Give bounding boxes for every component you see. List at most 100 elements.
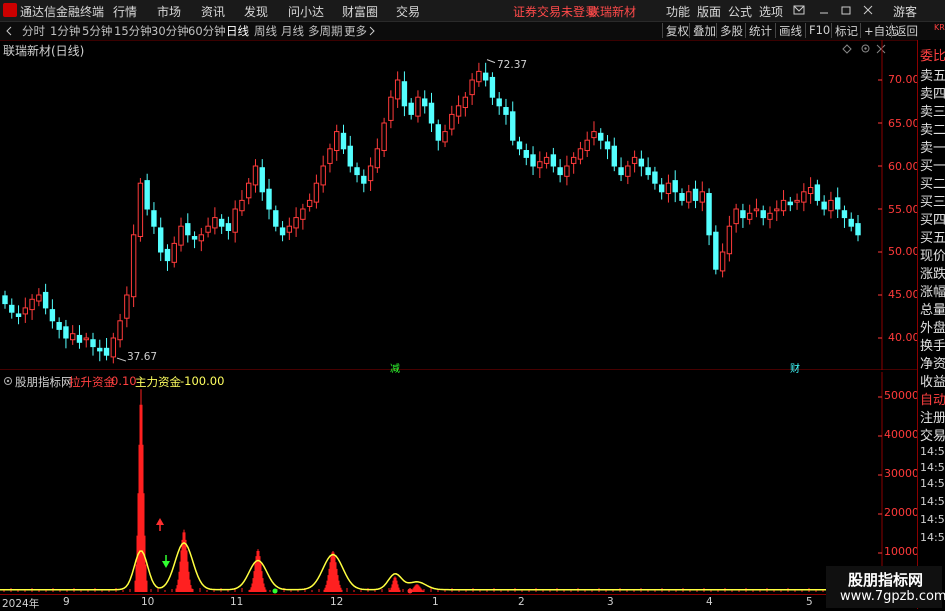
candle-body	[205, 225, 211, 233]
candle-body	[611, 145, 617, 167]
candle-body	[570, 156, 577, 164]
ind-y-tick: 30000	[884, 467, 919, 480]
panel-label: 卖四	[920, 87, 945, 102]
tool-huaxian[interactable]: 画线	[775, 23, 805, 38]
period-more[interactable]: 更多	[344, 23, 367, 39]
x-label-month: 12	[330, 596, 344, 608]
menu-wenxiaoda[interactable]: 问小达	[288, 3, 324, 20]
menu-zixun[interactable]: 资讯	[201, 3, 225, 20]
candle-body	[645, 167, 651, 176]
candle-body	[550, 154, 557, 167]
panel-time: 14:56	[920, 495, 945, 508]
panel-label: 涨幅	[920, 285, 945, 300]
candle-body	[692, 188, 699, 201]
trade-login-warning[interactable]: 证券交易未登录	[513, 3, 597, 20]
period-1min[interactable]: 1分钟	[50, 23, 80, 39]
restore-icon[interactable]	[840, 4, 852, 16]
candle-body	[252, 165, 259, 186]
candle-body	[259, 167, 265, 193]
candle-body	[164, 248, 171, 262]
message-icon[interactable]	[793, 4, 805, 16]
candle-body	[327, 148, 333, 164]
x-label-month: 5	[806, 596, 813, 608]
x-label-month: 2	[518, 596, 525, 608]
period-weekly[interactable]: 周线	[254, 23, 277, 39]
panel-auto[interactable]: 自动	[920, 389, 945, 408]
candle-body	[334, 131, 340, 152]
tool-duogu[interactable]: 多股	[716, 23, 746, 38]
candle-body	[246, 182, 252, 199]
candle-body	[110, 337, 117, 358]
kline-chart[interactable]: 联瑞新材(日线) 70.00 65.00 60.00 55.00 50.00 4…	[0, 40, 920, 375]
menu-jiaoyi[interactable]: 交易	[396, 3, 420, 20]
candle-body	[408, 102, 414, 115]
x-axis: 2024年 9 10 11 12 1 2 3 4 5	[0, 594, 917, 610]
candle-body	[686, 191, 692, 203]
menu-shichang[interactable]: 市场	[157, 3, 181, 20]
candle-body	[726, 225, 733, 255]
candle-body	[780, 199, 787, 212]
tool-fuquan[interactable]: 复权	[662, 23, 692, 38]
menu-gongneng[interactable]: 功能	[666, 3, 690, 20]
tool-biaoji[interactable]: 标记	[831, 23, 861, 38]
close-icon[interactable]	[862, 4, 874, 16]
tool-tongji[interactable]: 统计	[745, 23, 775, 38]
candle-body	[151, 210, 157, 227]
candle-body	[394, 79, 401, 100]
candle-body	[225, 223, 232, 231]
candle-body	[185, 223, 191, 236]
candle-body	[733, 208, 739, 225]
panel-time: 14:56	[920, 531, 945, 544]
menu-xuanxiang[interactable]: 选项	[759, 3, 783, 20]
candle-body	[807, 187, 814, 195]
tool-diejia[interactable]: 叠加	[689, 23, 719, 38]
period-monthly[interactable]: 月线	[281, 23, 304, 39]
candle-body	[381, 122, 387, 152]
period-30min[interactable]: 30分钟	[151, 23, 189, 39]
panel-label: 换手	[920, 339, 945, 354]
candle-body	[828, 199, 834, 212]
candle-body	[239, 199, 245, 212]
low-pointer	[116, 357, 127, 362]
menu-faxian[interactable]: 发现	[244, 3, 268, 20]
period-60min[interactable]: 60分钟	[188, 23, 226, 39]
menu-hangqing[interactable]: 行情	[113, 3, 137, 20]
candle-body	[821, 201, 827, 210]
candle-body	[455, 105, 462, 117]
candle-body	[76, 334, 83, 343]
period-multi[interactable]: 多周期	[308, 23, 343, 39]
candle-body	[638, 158, 645, 167]
candle-body	[841, 210, 848, 219]
indicator-plot	[0, 372, 883, 594]
candle-body	[672, 180, 678, 193]
panel-register[interactable]: 注册	[920, 407, 945, 426]
candle-body	[388, 96, 394, 121]
ind-y-tick: 10000	[884, 545, 919, 558]
period-5min[interactable]: 5分钟	[82, 23, 112, 39]
menu-caifuquan[interactable]: 财富圈	[342, 3, 378, 20]
tool-f10[interactable]: F10	[805, 23, 833, 38]
guest-user[interactable]: 游客	[893, 3, 917, 20]
signal-dot	[407, 588, 413, 594]
chevron-right-icon[interactable]	[368, 26, 376, 36]
period-15min[interactable]: 15分钟	[114, 23, 152, 39]
candle-body	[557, 167, 563, 176]
candle-body	[354, 167, 360, 176]
period-fenshi[interactable]: 分时	[22, 23, 45, 39]
menu-gongshi[interactable]: 公式	[728, 3, 752, 20]
candle-body	[15, 313, 22, 318]
candle-body	[293, 217, 299, 229]
candle-body	[90, 339, 96, 348]
chevron-left-icon[interactable]	[4, 26, 14, 36]
menu-banmian[interactable]: 版面	[697, 3, 721, 20]
panel-trade[interactable]: 交易	[920, 425, 945, 444]
candle-body	[814, 184, 821, 201]
candle-body	[198, 234, 205, 242]
minimize-icon[interactable]	[818, 4, 830, 16]
candle-body	[767, 212, 773, 220]
period-daily[interactable]: 日线	[226, 23, 249, 39]
candle-body	[787, 201, 794, 206]
tool-back[interactable]: 返回	[891, 23, 921, 38]
candle-body	[273, 210, 279, 227]
indicator-chart[interactable]: 股朋指标网 拉升资金 0.10 主力资金 -100.00 50000 40000…	[0, 372, 919, 594]
